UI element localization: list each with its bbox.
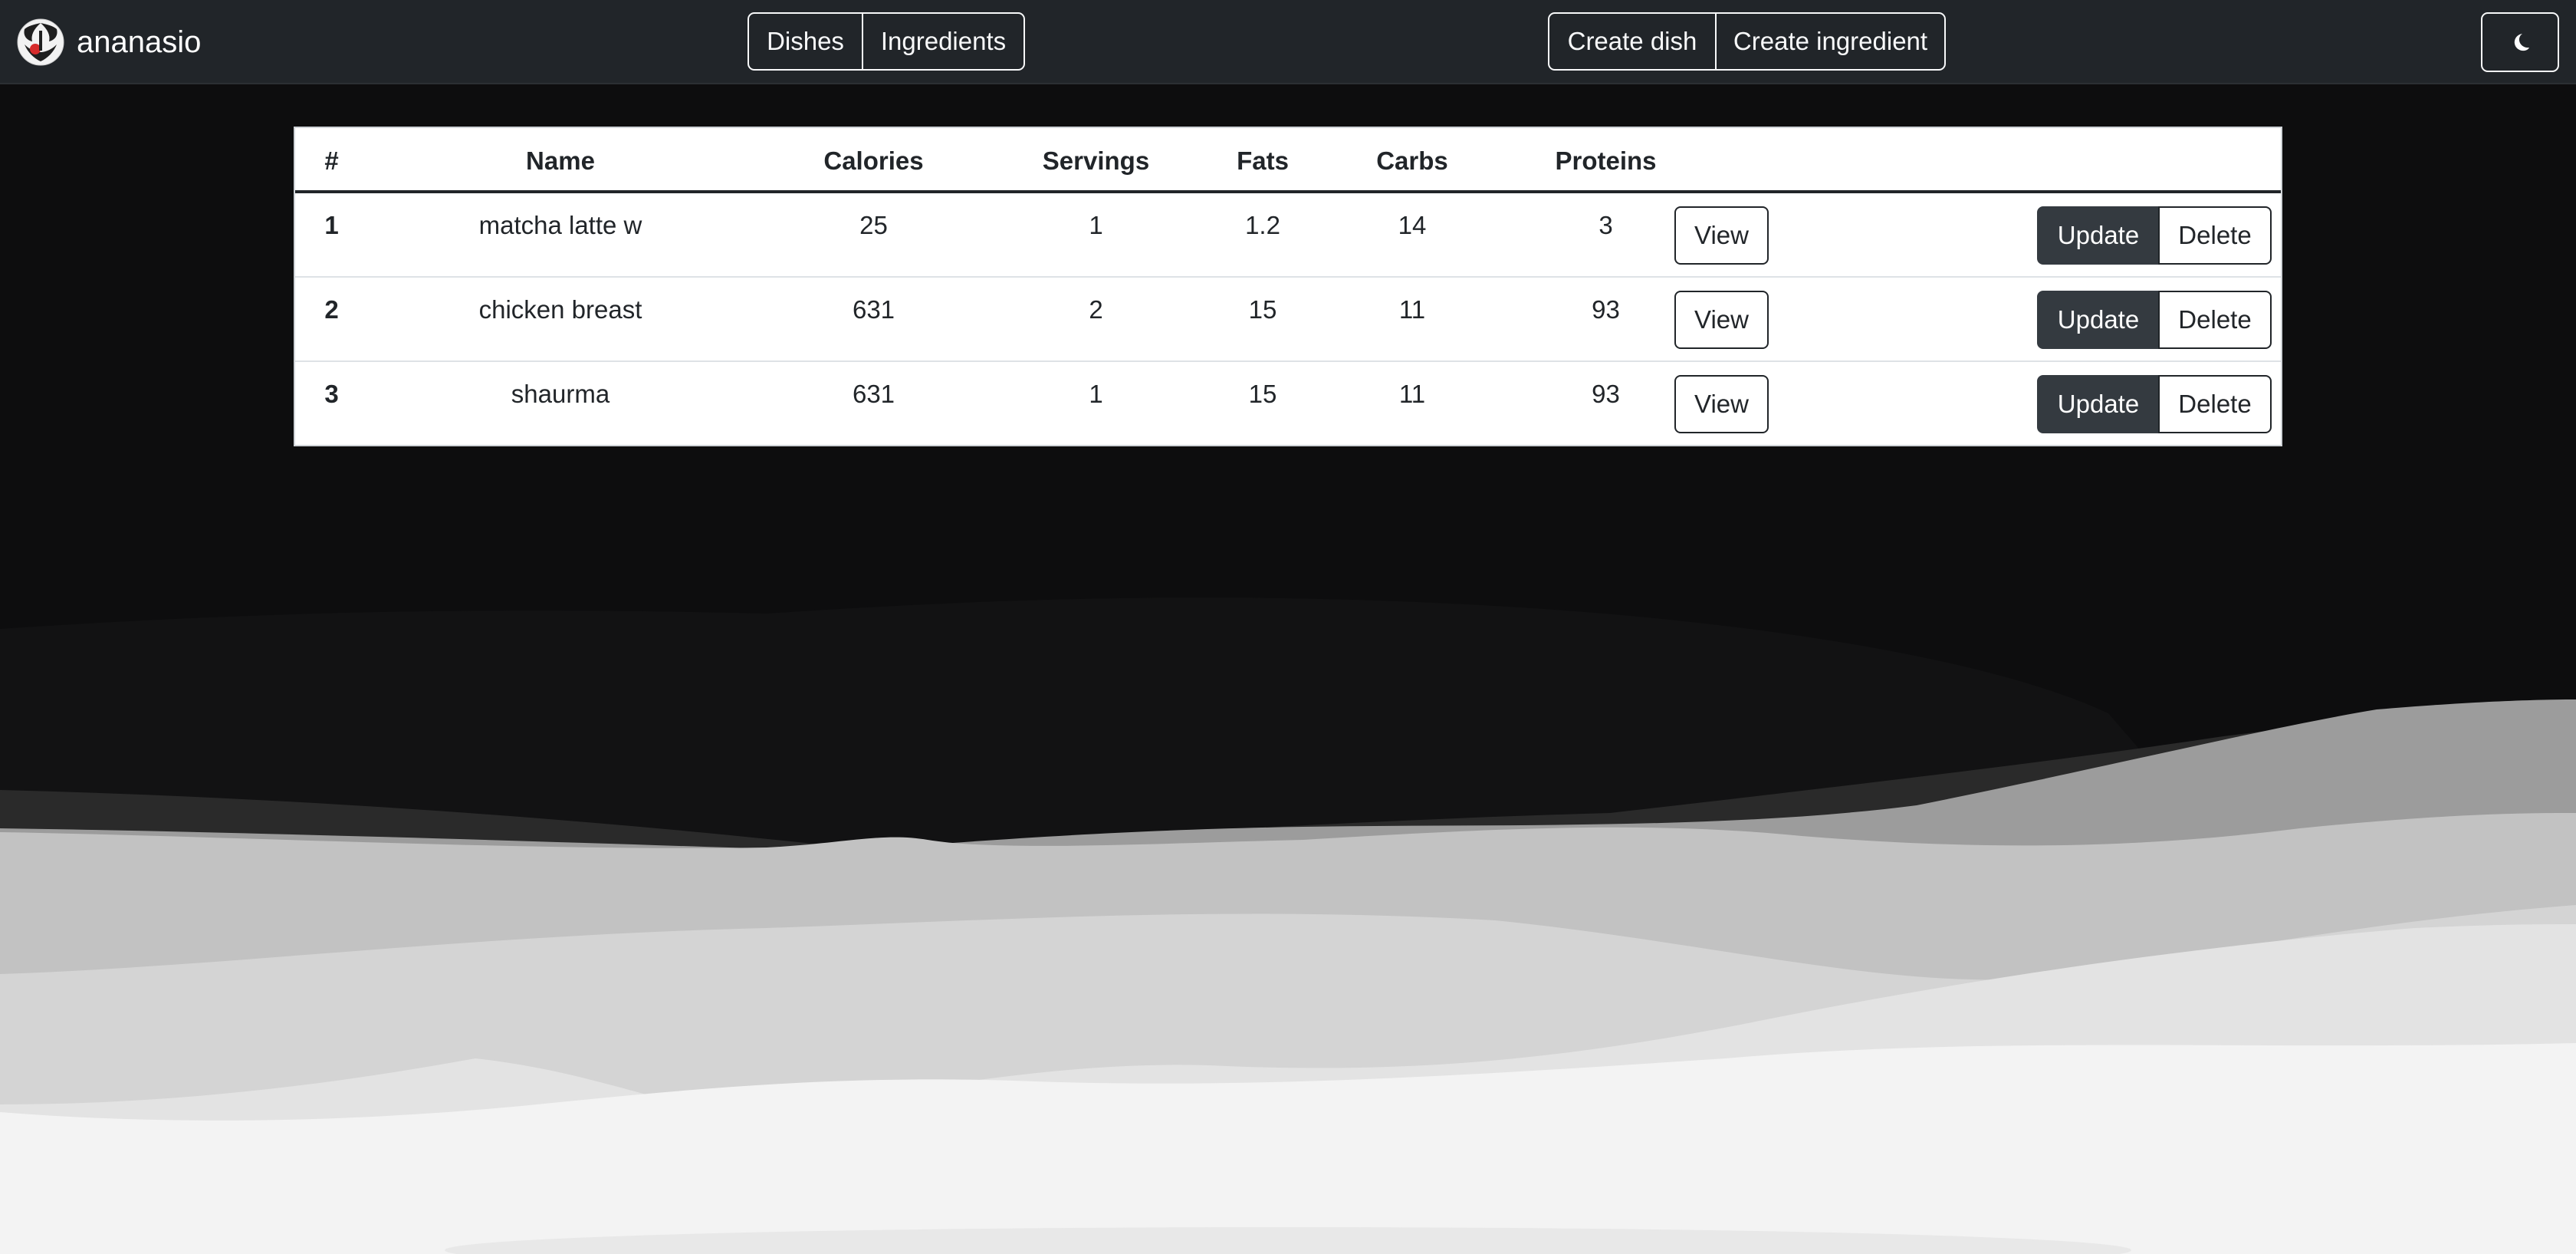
create-dish-button[interactable]: Create dish [1549,14,1715,69]
row-servings: 1 [1089,380,1103,408]
row-fats: 15 [1248,380,1277,408]
row-number: 1 [324,211,339,239]
page: ananasio Dishes Ingredients Create dish … [0,0,2576,1254]
update-button[interactable]: Update [2037,291,2160,349]
nav-button-group: Dishes Ingredients [748,12,1025,71]
row-servings: 1 [1089,211,1103,239]
dishes-button[interactable]: Dishes [749,14,862,69]
row-fats: 1.2 [1245,211,1280,239]
table-header-row: # Name Calories Servings Fats Carbs Prot… [295,128,2281,193]
delete-button[interactable]: Delete [2158,291,2272,349]
row-name: matcha latte w [478,211,642,239]
header-fats: Fats [1237,146,1289,175]
table-row: 1 matcha latte w 25 1 1.2 14 3 View Upda… [295,193,2281,278]
view-button[interactable]: View [1674,291,1769,349]
update-button[interactable]: Update [2037,375,2160,433]
create-button-group: Create dish Create ingredient [1548,12,1946,71]
row-carbs: 14 [1398,211,1427,239]
header-servings: Servings [1042,146,1150,175]
row-calories: 631 [852,380,895,408]
dishes-table: # Name Calories Servings Fats Carbs Prot… [294,127,2282,446]
table-row: 3 shaurma 631 1 15 11 93 View Update Del… [295,362,2281,446]
row-servings: 2 [1089,295,1103,324]
row-number: 3 [324,380,339,408]
moon-icon [2514,34,2529,51]
row-name: chicken breast [478,295,642,324]
row-number: 2 [324,295,339,324]
view-button[interactable]: View [1674,375,1769,433]
row-name: shaurma [511,380,610,408]
row-carbs: 11 [1398,295,1426,324]
create-ingredient-button[interactable]: Create ingredient [1715,14,1944,69]
delete-button[interactable]: Delete [2158,375,2272,433]
brand-link[interactable]: ananasio [17,17,201,67]
view-button[interactable]: View [1674,206,1769,265]
delete-button[interactable]: Delete [2158,206,2272,265]
row-calories: 631 [852,295,895,324]
header-calories: Calories [823,146,924,175]
brand-name: ananasio [77,25,202,59]
table-row: 2 chicken breast 631 2 15 11 93 View Upd… [295,278,2281,362]
header-proteins: Proteins [1555,146,1657,175]
navbar: ananasio Dishes Ingredients Create dish … [0,0,2576,84]
row-calories: 25 [859,211,888,239]
header-name: Name [526,146,595,175]
theme-toggle-button[interactable] [2481,12,2559,72]
update-button[interactable]: Update [2037,206,2160,265]
header-number: # [324,146,339,175]
row-fats: 15 [1248,295,1277,324]
row-carbs: 11 [1398,380,1426,408]
header-carbs: Carbs [1376,146,1448,175]
ingredients-button[interactable]: Ingredients [862,14,1024,69]
pineapple-logo-icon [17,18,64,66]
